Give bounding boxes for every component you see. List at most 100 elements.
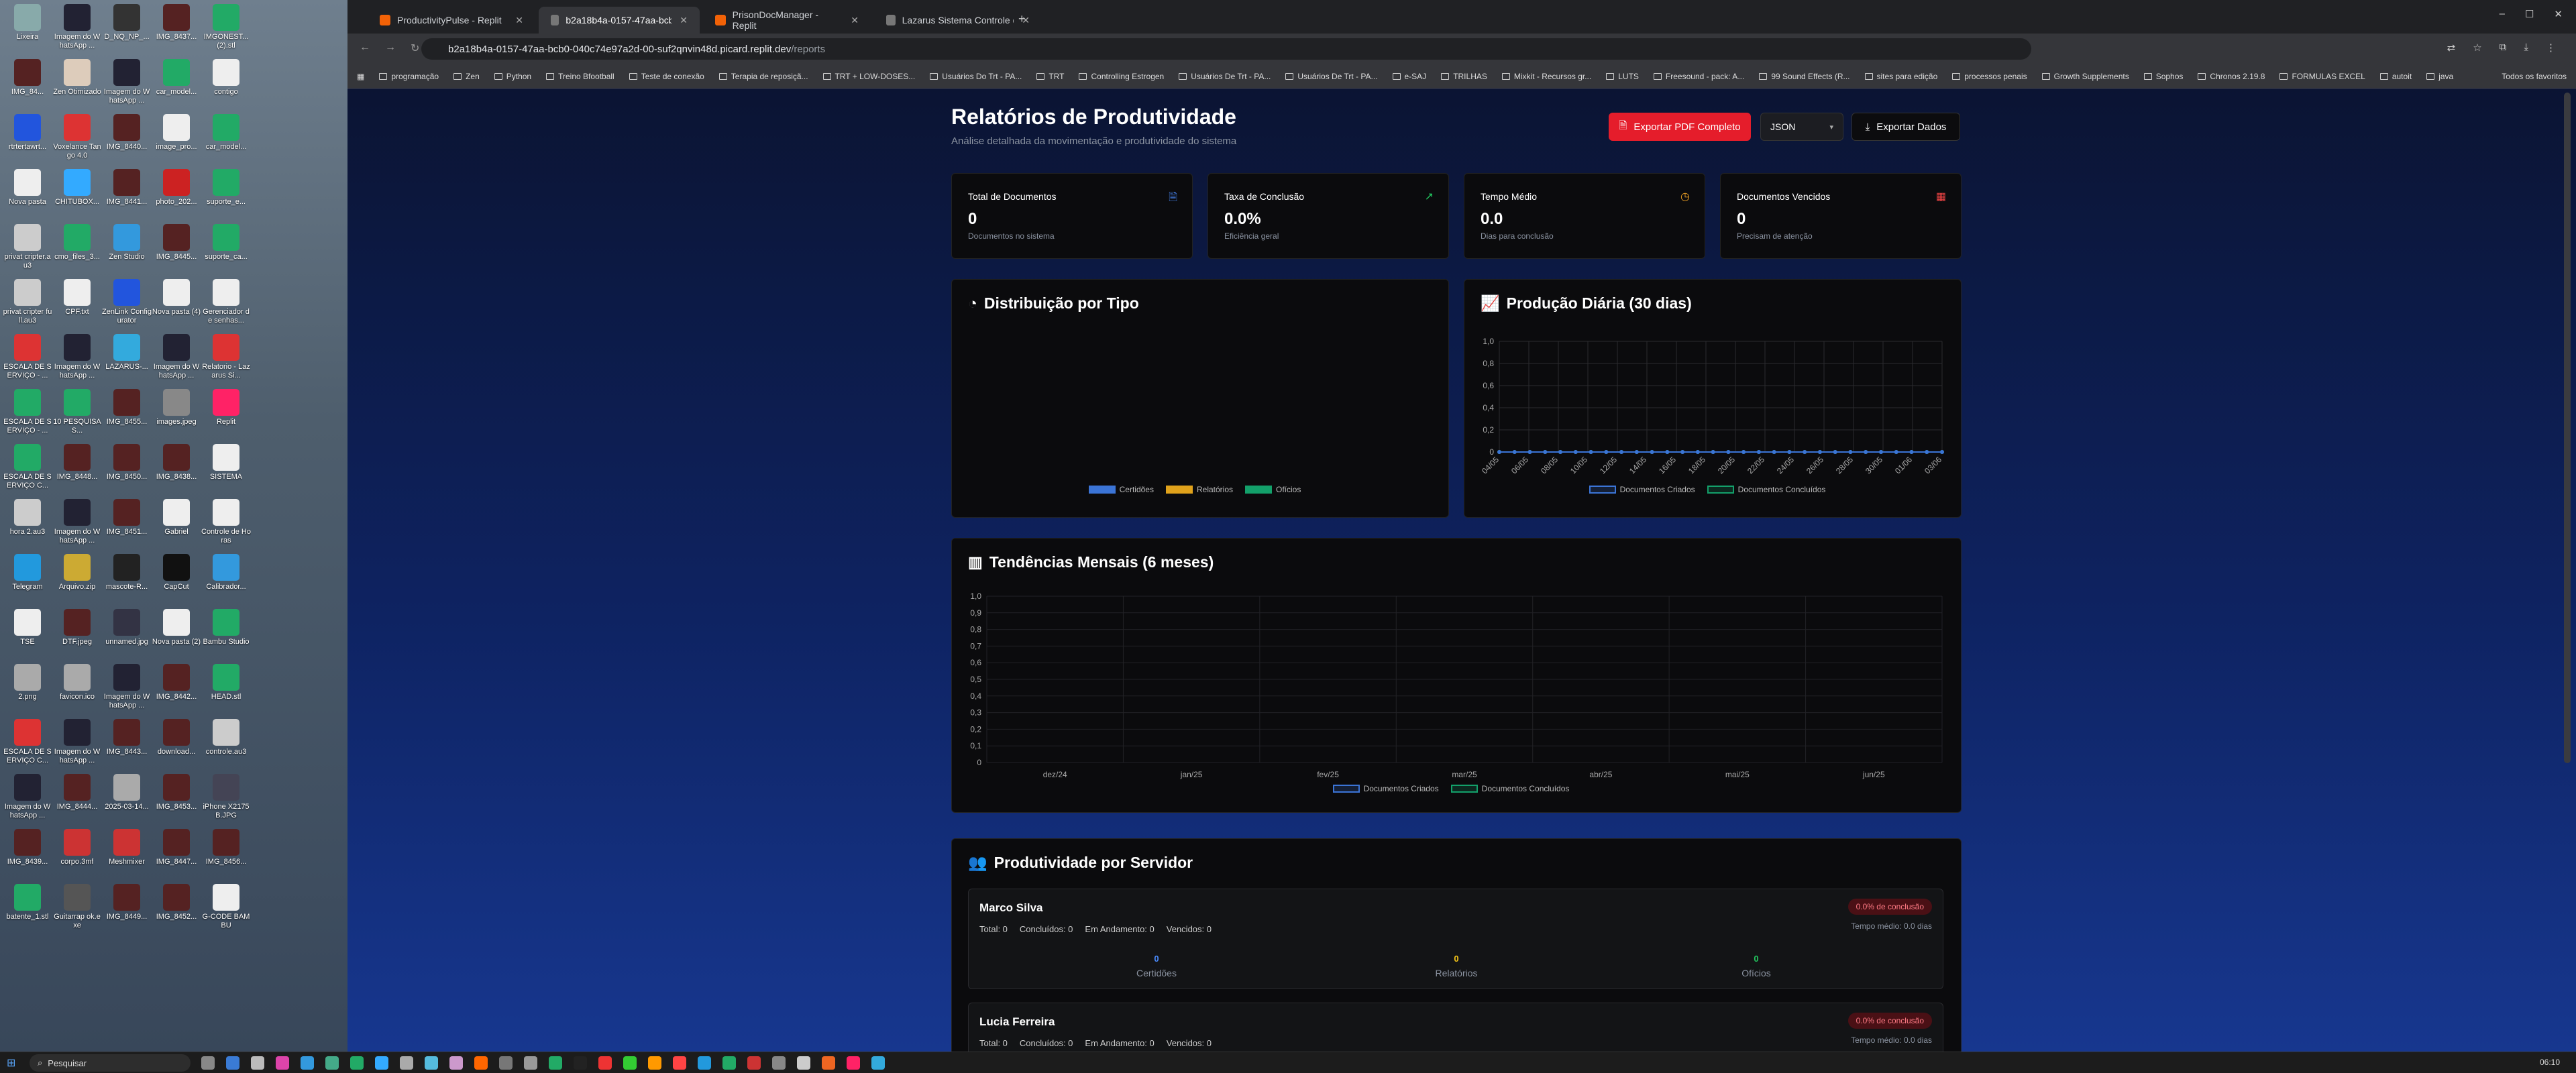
bookmark-item[interactable]: Usuários De Trt - PA...	[1285, 72, 1378, 81]
download-icon[interactable]: ⤓	[2524, 42, 2528, 54]
bookmark-item[interactable]: Zen	[453, 72, 480, 81]
desktop-icon[interactable]: Guitarrap ok.exe	[52, 884, 102, 930]
desktop-icon[interactable]: 10 PESQUISAS...	[52, 389, 102, 435]
desktop-icon[interactable]: contigo	[201, 59, 251, 97]
bookmark-item[interactable]: FORMULAS EXCEL	[2279, 72, 2365, 81]
desktop-icon[interactable]: IMG_8447...	[152, 829, 201, 866]
bookmark-item[interactable]: Sophos	[2143, 72, 2183, 81]
taskbar-app-icon[interactable]	[722, 1056, 736, 1070]
tab-productivitypulse[interactable]: ProductivityPulse - Replit ✕	[368, 7, 535, 34]
bookmark-item[interactable]: java	[2426, 72, 2453, 81]
taskbar-app-icon[interactable]	[574, 1056, 587, 1070]
taskbar-app-icon[interactable]	[449, 1056, 463, 1070]
bookmark-item[interactable]: programação	[379, 72, 439, 81]
desktop-icon[interactable]: 2.png	[3, 664, 52, 701]
desktop-icon[interactable]: unnamed.jpg	[102, 609, 152, 646]
taskbar-app-icon[interactable]	[350, 1056, 364, 1070]
taskbar-app-icon[interactable]	[375, 1056, 388, 1070]
close-icon[interactable]: ✕	[507, 15, 523, 26]
desktop-icon[interactable]: Arquivo.zip	[52, 554, 102, 591]
bookmark-item[interactable]: Controlling Estrogen	[1079, 72, 1164, 81]
desktop-icon[interactable]: IMG_8451...	[102, 499, 152, 536]
bookmark-item[interactable]: Usuários Do Trt - PA...	[930, 72, 1022, 81]
desktop-icon[interactable]: Bambu Studio	[201, 609, 251, 646]
desktop-icon[interactable]: D_NQ_NP_...	[102, 4, 152, 42]
desktop-icon[interactable]: Gerenciador de senhas...	[201, 279, 251, 325]
desktop-icon[interactable]: IMGONEST... (2).stl	[201, 4, 251, 50]
taskbar-app-icon[interactable]	[276, 1056, 289, 1070]
close-window-icon[interactable]: ✕	[2554, 8, 2563, 20]
apps-icon[interactable]: ▦	[357, 72, 364, 81]
taskbar-app-icon[interactable]	[847, 1056, 860, 1070]
desktop-icon[interactable]: car_model...	[152, 59, 201, 97]
translate-icon[interactable]: ⇄	[2447, 42, 2456, 54]
taskbar-app-icon[interactable]	[698, 1056, 711, 1070]
desktop-icon[interactable]: IMG_8445...	[152, 224, 201, 262]
desktop-icon[interactable]: Calibrador...	[201, 554, 251, 591]
desktop-icon[interactable]: DTF.jpeg	[52, 609, 102, 646]
taskbar-app-icon[interactable]	[201, 1056, 215, 1070]
taskbar-app-icon[interactable]	[797, 1056, 810, 1070]
desktop-icon[interactable]: Meshmixer	[102, 829, 152, 866]
bookmark-item[interactable]: Usuários De Trt - PA...	[1179, 72, 1271, 81]
desktop-icon[interactable]: car_model...	[201, 114, 251, 152]
desktop-icon[interactable]: Imagem do WhatsApp ...	[52, 4, 102, 50]
export-pdf-button[interactable]: 🗎 Exportar PDF Completo	[1609, 113, 1751, 141]
desktop-icon[interactable]: Lixeira	[3, 4, 52, 42]
desktop-icon[interactable]: Relatorio - Lazarus Si...	[201, 334, 251, 380]
desktop-icon[interactable]: corpo.3mf	[52, 829, 102, 866]
bookmark-item[interactable]: Mixkit - Recursos gr...	[1501, 72, 1591, 81]
desktop-icon[interactable]: suporte_ca...	[201, 224, 251, 262]
desktop-icon[interactable]: IMG_8449...	[102, 884, 152, 921]
desktop-icon[interactable]: HEAD.stl	[201, 664, 251, 701]
taskbar-app-icon[interactable]	[549, 1056, 562, 1070]
desktop-icon[interactable]: Telegram	[3, 554, 52, 591]
taskbar-app-icon[interactable]	[747, 1056, 761, 1070]
close-icon[interactable]: ✕	[843, 15, 859, 26]
desktop-icon[interactable]: IMG_84...	[3, 59, 52, 97]
bookmark-item[interactable]: sites para edição	[1864, 72, 1937, 81]
desktop-icon[interactable]: Nova pasta	[3, 169, 52, 207]
desktop-icon[interactable]: Zen Otimizado	[52, 59, 102, 97]
desktop-icon[interactable]: IMG_8442...	[152, 664, 201, 701]
desktop-icon[interactable]: ESCALA DE SERVIÇO - ...	[3, 389, 52, 435]
taskbar-app-icon[interactable]	[648, 1056, 661, 1070]
forward-icon[interactable]: →	[385, 42, 396, 55]
reload-icon[interactable]: ↻	[411, 42, 419, 55]
desktop-icon[interactable]: IMG_8450...	[102, 444, 152, 482]
bookmark-item[interactable]: processos penais	[1952, 72, 2027, 81]
bookmark-item[interactable]: Teste de conexão	[629, 72, 704, 81]
taskbar-app-icon[interactable]	[325, 1056, 339, 1070]
desktop-icon[interactable]: cmo_files_3...	[52, 224, 102, 262]
desktop-icon[interactable]: Nova pasta (4)	[152, 279, 201, 317]
desktop-icon[interactable]: download...	[152, 719, 201, 756]
desktop-icon[interactable]: CPF.txt	[52, 279, 102, 317]
desktop-icon[interactable]: G-CODE BAMBU	[201, 884, 251, 930]
desktop-icon[interactable]: IMG_8437...	[152, 4, 201, 42]
desktop-icon[interactable]: iPhone X2175B.JPG	[201, 774, 251, 820]
taskbar-app-icon[interactable]	[301, 1056, 314, 1070]
taskbar-app-icon[interactable]	[474, 1056, 488, 1070]
desktop-icon[interactable]: IMG_8456...	[201, 829, 251, 866]
bookmark-item[interactable]: 99 Sound Effects (R...	[1759, 72, 1850, 81]
desktop-icon[interactable]: Nova pasta (2)	[152, 609, 201, 646]
desktop-icon[interactable]: Imagem do WhatsApp ...	[52, 499, 102, 545]
desktop-icon[interactable]: CapCut	[152, 554, 201, 591]
bookmark-item[interactable]: Chronos 2.19.8	[2198, 72, 2265, 81]
taskbar-app-icon[interactable]	[673, 1056, 686, 1070]
desktop-icon[interactable]: ESCALA DE SERVIÇO C...	[3, 444, 52, 490]
desktop-icon[interactable]: IMG_8444...	[52, 774, 102, 811]
minimize-icon[interactable]: –	[2500, 8, 2505, 20]
bookmark-item[interactable]: LUTS	[1606, 72, 1639, 81]
bookmark-item[interactable]: Terapia de reposiçã...	[718, 72, 808, 81]
desktop-icon[interactable]: image_pro...	[152, 114, 201, 152]
taskbar-search[interactable]: ⌕ Pesquisar	[30, 1054, 191, 1072]
export-data-button[interactable]: ⤓ Exportar Dados	[1851, 113, 1960, 141]
close-icon[interactable]: ✕	[672, 15, 688, 26]
extensions-icon[interactable]: ⧉	[2500, 42, 2507, 54]
desktop-icon[interactable]: images.jpeg	[152, 389, 201, 427]
desktop-icon[interactable]: IMG_8438...	[152, 444, 201, 482]
taskbar-app-icon[interactable]	[524, 1056, 537, 1070]
desktop-icon[interactable]: IMG_8441...	[102, 169, 152, 207]
desktop-icon[interactable]: privat cripter full.au3	[3, 279, 52, 325]
